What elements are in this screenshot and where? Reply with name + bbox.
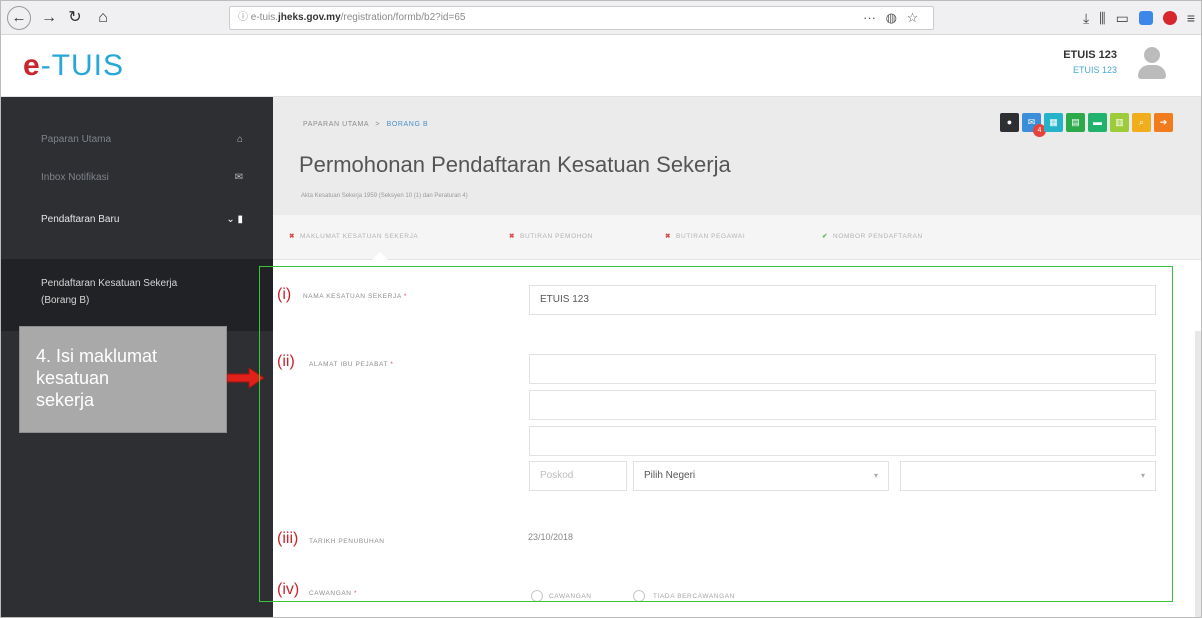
address-line1-input[interactable] xyxy=(529,354,1156,384)
tab-maklumat-kesatuan[interactable]: ✖ MAKLUMAT KESATUAN SEKERJA xyxy=(289,232,418,240)
home-icon[interactable]: ⌂ xyxy=(91,6,115,30)
envelope-icon: ✉ xyxy=(234,172,243,183)
label-roman-iv: (iv) xyxy=(277,581,300,598)
breadcrumb-home[interactable]: PAPARAN UTAMA xyxy=(303,121,369,128)
annotation-arrow-icon xyxy=(227,367,265,389)
bookmark-star-icon[interactable]: ☆ xyxy=(907,10,919,25)
sidebar-item-inbox[interactable]: Inbox Notifikasi ✉ xyxy=(1,159,273,197)
download-icon[interactable]: ⤓ xyxy=(1083,10,1089,27)
radio-cawangan[interactable] xyxy=(531,590,543,602)
label-roman-i: (i) xyxy=(277,286,292,303)
user-icon[interactable]: ● xyxy=(1000,113,1019,132)
forward-icon[interactable]: → xyxy=(37,6,61,30)
district-select[interactable]: ▾ xyxy=(900,461,1156,491)
logout-icon[interactable]: ➔ xyxy=(1154,113,1173,132)
check-icon: ✔ xyxy=(822,233,829,240)
main-content: PAPARAN UTAMA > BORANG B Permohonan Pend… xyxy=(273,97,1201,617)
user-sub: ETUIS 123 xyxy=(1072,65,1117,75)
page-title: Permohonan Pendaftaran Kesatuan Sekerja xyxy=(299,152,731,177)
action-buttons: ● ✉ 4 ▦ ▤ ▬ ▥ ⌕ ➔ xyxy=(1000,113,1173,137)
sidebar-subitem-borang-b[interactable]: Pendaftaran Kesatuan Sekerja (Borang B) xyxy=(1,259,273,331)
more-icon[interactable]: ··· xyxy=(863,10,876,25)
table-icon[interactable]: ▥ xyxy=(1110,113,1129,132)
url-domain: jheks.gov.my xyxy=(278,12,341,23)
menu-icon[interactable]: ≡ xyxy=(1187,10,1195,26)
reload-icon[interactable]: ↻ xyxy=(63,6,87,30)
sidebar-item-pendaftaran-baru[interactable]: Pendaftaran Baru ⌄ ▮ xyxy=(1,201,273,239)
page-actions: ··· ◍ ☆ xyxy=(863,6,918,30)
address-bar[interactable]: ⓘ e-tuis.jheks.gov.my/registration/formb… xyxy=(229,6,934,30)
folder-icon[interactable]: ▬ xyxy=(1088,113,1107,132)
address-label: ALAMAT IBU PEJABAT * xyxy=(309,361,394,368)
radio-tiada-cawangan-label: TIADA BERCAWANGAN xyxy=(653,593,735,600)
radio-tiada-cawangan[interactable] xyxy=(633,590,645,602)
etuis-logo[interactable]: e-TUIS xyxy=(23,49,124,83)
date-value: 23/10/2018 xyxy=(528,532,574,542)
tab-nombor-pendaftaran[interactable]: ✔ NOMBOR PENDAFTARAN xyxy=(822,232,923,240)
calendar-icon[interactable]: ▦ xyxy=(1044,113,1063,132)
sidebar-item-paparan-utama[interactable]: Paparan Utama ⌂ xyxy=(1,121,273,159)
url-path: /registration/formb/b2?id=65 xyxy=(340,12,466,23)
url-prefix: e-tuis. xyxy=(250,12,279,23)
tab-butiran-pegawai[interactable]: ✖ BUTIRAN PEGAWAI xyxy=(665,232,745,240)
x-icon: ✖ xyxy=(509,233,516,240)
page-header: PAPARAN UTAMA > BORANG B Permohonan Pend… xyxy=(273,97,1201,215)
library-icon[interactable]: ⫼ xyxy=(1099,10,1105,27)
home-icon: ⌂ xyxy=(236,134,243,145)
annotation-callout: 4. Isi maklumat kesatuan sekerja xyxy=(19,326,227,433)
adblock-icon[interactable] xyxy=(1162,11,1177,25)
x-icon: ✖ xyxy=(665,233,672,240)
name-label: NAMA KESATUAN SEKERJA * xyxy=(303,293,407,300)
x-icon: ✖ xyxy=(289,233,296,240)
site-info-icon[interactable]: ⓘ xyxy=(238,12,248,23)
union-name-input[interactable]: ETUIS 123 xyxy=(529,285,1156,315)
breadcrumb: PAPARAN UTAMA > BORANG B xyxy=(303,121,429,128)
browser-toolbar: ← → ↻ ⌂ ⓘ e-tuis.jheks.gov.my/registrati… xyxy=(1,1,1201,35)
user-name: ETUIS 123 xyxy=(1063,49,1117,61)
radio-cawangan-label: CAWANGAN xyxy=(549,593,592,600)
chevron-down-icon: ▾ xyxy=(873,471,878,480)
document-icon[interactable]: ▤ xyxy=(1066,113,1085,132)
chevron-down-file-icon: ⌄ ▮ xyxy=(226,214,243,225)
user-info[interactable]: ETUIS 123 ETUIS 123 xyxy=(1063,49,1117,75)
postcode-input[interactable]: Poskod xyxy=(529,461,627,491)
tab-butiran-pemohon[interactable]: ✖ BUTIRAN PEMOHON xyxy=(509,232,593,240)
label-roman-ii: (ii) xyxy=(277,353,295,370)
extension-icon[interactable] xyxy=(1138,11,1153,25)
search-icon[interactable]: ⌕ xyxy=(1132,113,1151,132)
form-area: (i) NAMA KESATUAN SEKERJA * ETUIS 123 (i… xyxy=(273,260,1201,617)
page-scrollbar[interactable] xyxy=(1195,331,1201,617)
label-roman-iii: (iii) xyxy=(277,530,299,547)
mail-icon[interactable]: ✉ 4 xyxy=(1022,113,1046,137)
address-line2-input[interactable] xyxy=(529,390,1156,420)
cawangan-label: CAWANGAN * xyxy=(309,590,358,597)
toolbar-icons: ⤓ ⫼ ▭ ≡ xyxy=(1083,6,1195,30)
breadcrumb-current: BORANG B xyxy=(386,121,429,128)
screenshot-frame: ← → ↻ ⌂ ⓘ e-tuis.jheks.gov.my/registrati… xyxy=(0,0,1202,618)
page-subtitle: Akta Kesatuan Sekerja 1959 (Seksyen 10 (… xyxy=(301,193,468,199)
form-tabs: ✖ MAKLUMAT KESATUAN SEKERJA ✖ BUTIRAN PEMO… xyxy=(273,215,1201,260)
state-select[interactable]: Pilih Negeri ▾ xyxy=(633,461,889,491)
app-header: e-TUIS ETUIS 123 ETUIS 123 xyxy=(1,35,1201,97)
address-line3-input[interactable] xyxy=(529,426,1156,456)
avatar-icon[interactable] xyxy=(1137,47,1167,81)
chevron-down-icon: ▾ xyxy=(1140,471,1145,480)
sidebar-icon[interactable]: ▭ xyxy=(1116,10,1129,27)
back-icon[interactable]: ← xyxy=(7,6,31,30)
date-label: TARIKH PENUBUHAN xyxy=(309,538,385,545)
pocket-icon[interactable]: ◍ xyxy=(886,10,897,25)
